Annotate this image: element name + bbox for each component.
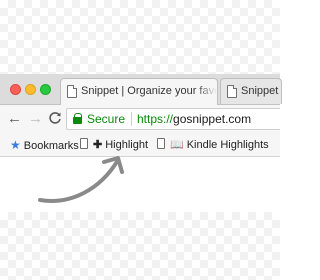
tab-snippet-active[interactable]: Snippet | Organize your favorites <box>60 78 218 105</box>
document-icon <box>67 85 77 98</box>
pointer-arrow-icon <box>38 156 124 203</box>
tab-title: Snippet | Organize your favorites <box>81 85 217 97</box>
